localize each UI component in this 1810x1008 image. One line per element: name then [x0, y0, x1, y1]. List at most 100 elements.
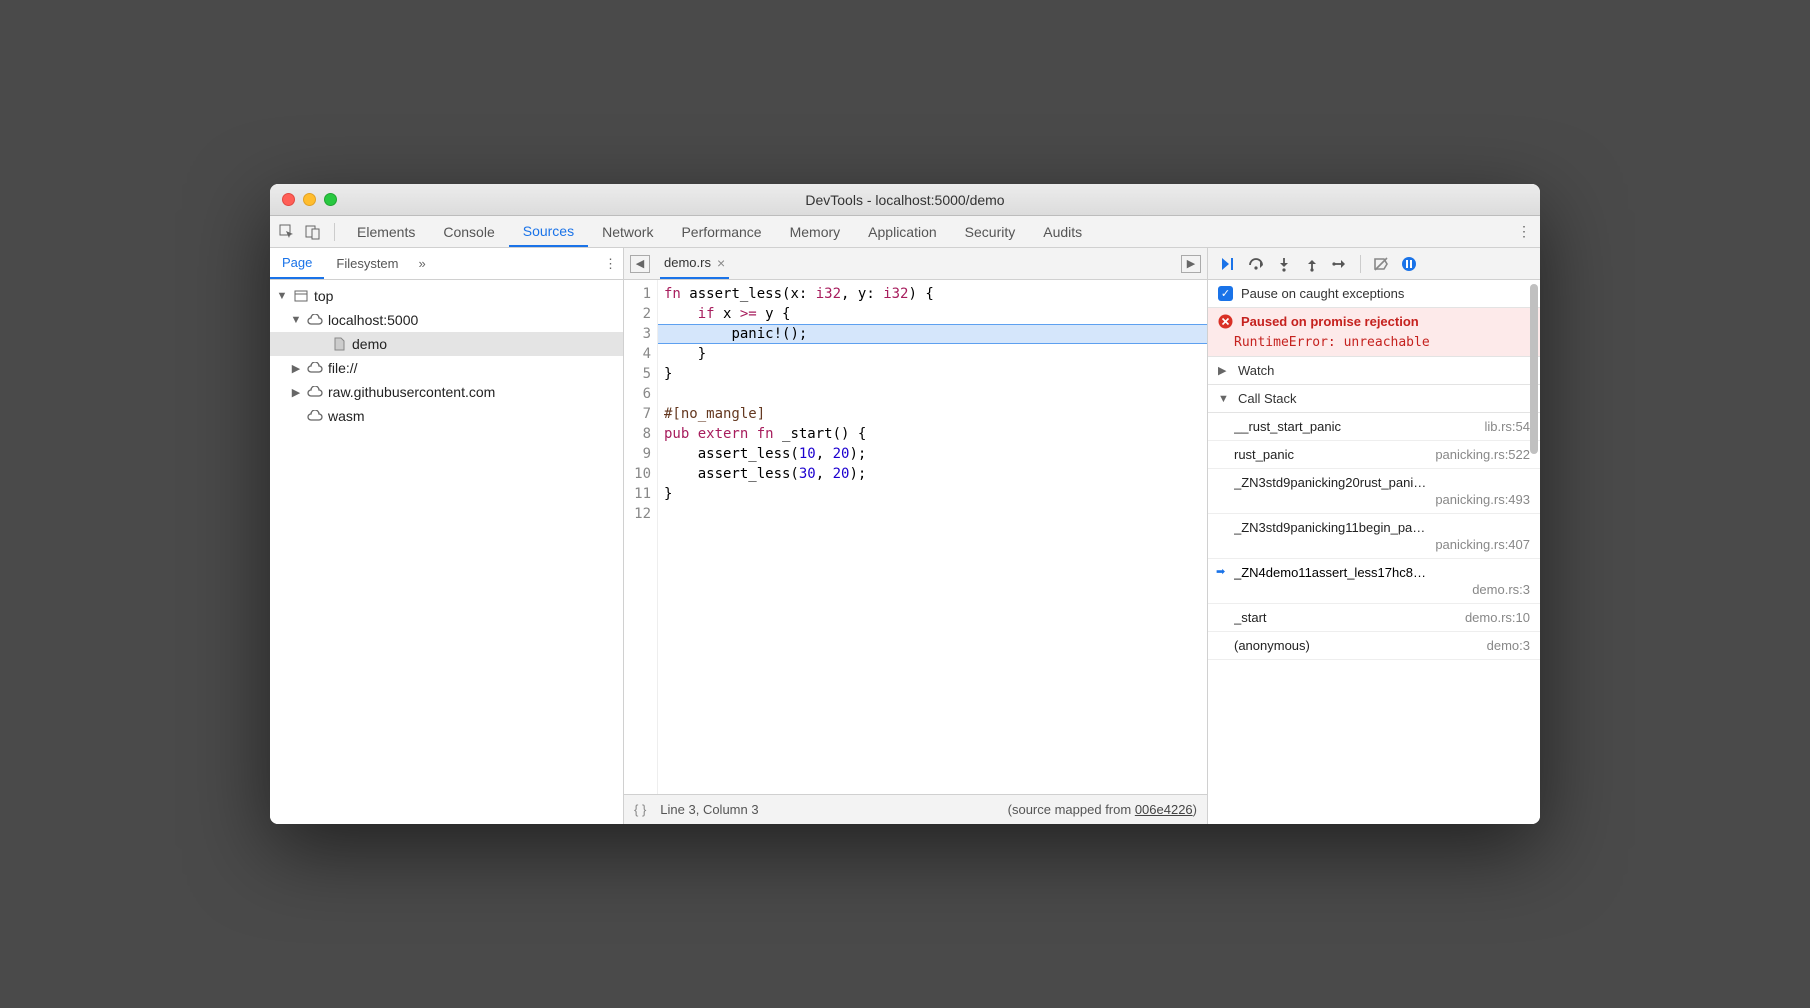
tab-console[interactable]: Console [429, 216, 508, 247]
expander-icon: ▼ [1218, 393, 1230, 405]
tree-arrow-icon: ▼ [276, 290, 288, 302]
file-tab-demo-rs[interactable]: demo.rs × [660, 248, 729, 279]
tree-item-label: file:// [328, 360, 358, 376]
step-into-button[interactable] [1272, 252, 1296, 276]
tree-item-label: demo [352, 336, 387, 352]
main-toolbar: ElementsConsoleSourcesNetworkPerformance… [270, 216, 1540, 248]
navigator-tabs: PageFilesystem » ⋮ [270, 248, 623, 280]
pause-on-caught-section: ✓ Pause on caught exceptions [1208, 280, 1540, 308]
watch-section[interactable]: ▶Watch [1208, 357, 1540, 385]
window-icon [292, 289, 310, 303]
callstack-header[interactable]: ▼ Call Stack [1208, 385, 1540, 413]
navigator-overflow[interactable]: » [411, 256, 434, 271]
nav-forward-button[interactable]: ▶ [1181, 255, 1201, 273]
toolbar-overflow-menu[interactable]: ⋮ [1512, 223, 1536, 240]
deactivate-breakpoints-button[interactable] [1369, 252, 1393, 276]
navigator-panel: PageFilesystem » ⋮ ▼ top ▼localhost:5000 de… [270, 248, 624, 824]
tree-item-label: raw.githubusercontent.com [328, 384, 495, 400]
tab-performance[interactable]: Performance [667, 216, 775, 247]
callstack-frame[interactable]: (anonymous)demo:3 [1208, 632, 1540, 660]
device-toggle-icon[interactable] [300, 224, 326, 240]
pause-on-exceptions-button[interactable] [1397, 252, 1421, 276]
file-tab-label: demo.rs [664, 255, 711, 270]
tree-item[interactable]: demo [270, 332, 623, 356]
frame-function: rust_panic [1234, 447, 1427, 462]
callstack-frame[interactable]: _ZN4demo11assert_less17hc8… demo.rs:3 [1208, 559, 1540, 604]
cloud-icon [306, 314, 324, 326]
editor-panel: ◀ demo.rs × ▶ 123456789101112 fn assert_… [624, 248, 1208, 824]
tab-audits[interactable]: Audits [1029, 216, 1096, 247]
step-over-button[interactable] [1244, 252, 1268, 276]
frame-function: _ZN3std9panicking11begin_pa… [1234, 520, 1530, 535]
pause-on-caught-row[interactable]: ✓ Pause on caught exceptions [1208, 280, 1540, 307]
source-mapped-info: (source mapped from 006e4226) [1008, 802, 1197, 817]
cloud-icon [306, 362, 324, 374]
inspect-element-icon[interactable] [274, 224, 300, 240]
debugger-panel: ✓ Pause on caught exceptions Paused on p… [1208, 248, 1540, 824]
tree-arrow-icon: ▶ [290, 362, 302, 375]
cloud-icon [306, 410, 324, 422]
cursor-position: Line 3, Column 3 [660, 802, 758, 817]
nav-back-button[interactable]: ◀ [630, 255, 650, 273]
callstack-frame[interactable]: _ZN3std9panicking11begin_pa… panicking.rs… [1208, 514, 1540, 559]
tab-memory[interactable]: Memory [776, 216, 855, 247]
frame-location: panicking.rs:522 [1435, 447, 1530, 462]
toolbar-divider [334, 223, 335, 241]
resume-button[interactable] [1216, 252, 1240, 276]
devtools-window: DevTools - localhost:5000/demo ElementsC… [270, 184, 1540, 824]
tab-elements[interactable]: Elements [343, 216, 429, 247]
step-out-button[interactable] [1300, 252, 1324, 276]
frame-function: __rust_start_panic [1234, 419, 1476, 434]
watch-label: Watch [1238, 363, 1274, 378]
frame-function: _start [1234, 610, 1457, 625]
paused-title: Paused on promise rejection [1241, 314, 1419, 329]
tab-security[interactable]: Security [951, 216, 1030, 247]
tree-item-label: top [314, 288, 333, 304]
close-tab-icon[interactable]: × [717, 255, 725, 271]
main-area: PageFilesystem » ⋮ ▼top▼localhost:5000de… [270, 248, 1540, 824]
line-gutter: 123456789101112 [624, 280, 658, 794]
frame-location: panicking.rs:493 [1234, 492, 1530, 507]
tree-item[interactable]: ▼localhost:5000 [270, 308, 623, 332]
file-icon [330, 337, 348, 351]
code-editor[interactable]: 123456789101112 fn assert_less(x: i32, y… [624, 280, 1207, 794]
frame-location: lib.rs:54 [1484, 419, 1530, 434]
callstack-frame[interactable]: rust_panic panicking.rs:522 [1208, 441, 1540, 469]
frame-function: _ZN3std9panicking20rust_pani… [1234, 475, 1530, 490]
scrollbar[interactable] [1530, 284, 1538, 822]
tab-application[interactable]: Application [854, 216, 951, 247]
step-button[interactable] [1328, 252, 1352, 276]
code-content[interactable]: fn assert_less(x: i32, y: i32) { if x >=… [658, 280, 1207, 794]
toolbar-divider [1360, 255, 1361, 273]
tree-item-label: localhost:5000 [328, 312, 418, 328]
navtab-filesystem[interactable]: Filesystem [324, 248, 410, 279]
file-tree[interactable]: ▼ top ▼localhost:5000 demo ▶ file:// ▶raw.gith… [270, 280, 623, 824]
callstack-frame[interactable]: __rust_start_panic lib.rs:54 [1208, 413, 1540, 441]
source-map-link[interactable]: 006e4226 [1135, 802, 1193, 817]
paused-info-section: Paused on promise rejection RuntimeError… [1208, 308, 1540, 357]
pause-on-caught-checkbox[interactable]: ✓ [1218, 286, 1233, 301]
navtab-page[interactable]: Page [270, 248, 324, 279]
call-stack-list[interactable]: __rust_start_paniclib.rs:54rust_panicpan… [1208, 413, 1540, 824]
file-tabs: ◀ demo.rs × ▶ [624, 248, 1207, 280]
callstack-label: Call Stack [1238, 391, 1297, 406]
tab-sources[interactable]: Sources [509, 216, 588, 247]
tab-network[interactable]: Network [588, 216, 667, 247]
frame-location: demo:3 [1487, 638, 1530, 653]
tree-item[interactable]: wasm [270, 404, 623, 428]
callstack-frame[interactable]: _startdemo.rs:10 [1208, 604, 1540, 632]
titlebar: DevTools - localhost:5000/demo [270, 184, 1540, 216]
tree-item[interactable]: ▶raw.githubusercontent.com [270, 380, 623, 404]
frame-location: demo.rs:3 [1234, 582, 1530, 597]
tree-item[interactable]: ▼ top [270, 284, 623, 308]
pause-on-caught-label: Pause on caught exceptions [1241, 286, 1404, 301]
callstack-frame[interactable]: _ZN3std9panicking20rust_pani… panicking.r… [1208, 469, 1540, 514]
debug-toolbar [1208, 248, 1540, 280]
tree-item[interactable]: ▶ file:// [270, 356, 623, 380]
frame-function: _ZN4demo11assert_less17hc8… [1234, 565, 1530, 580]
cloud-icon [306, 386, 324, 398]
frame-location: panicking.rs:407 [1234, 537, 1530, 552]
window-title: DevTools - localhost:5000/demo [270, 192, 1540, 208]
navigator-menu[interactable]: ⋮ [604, 256, 623, 272]
pretty-print-icon[interactable]: { } [634, 802, 646, 817]
